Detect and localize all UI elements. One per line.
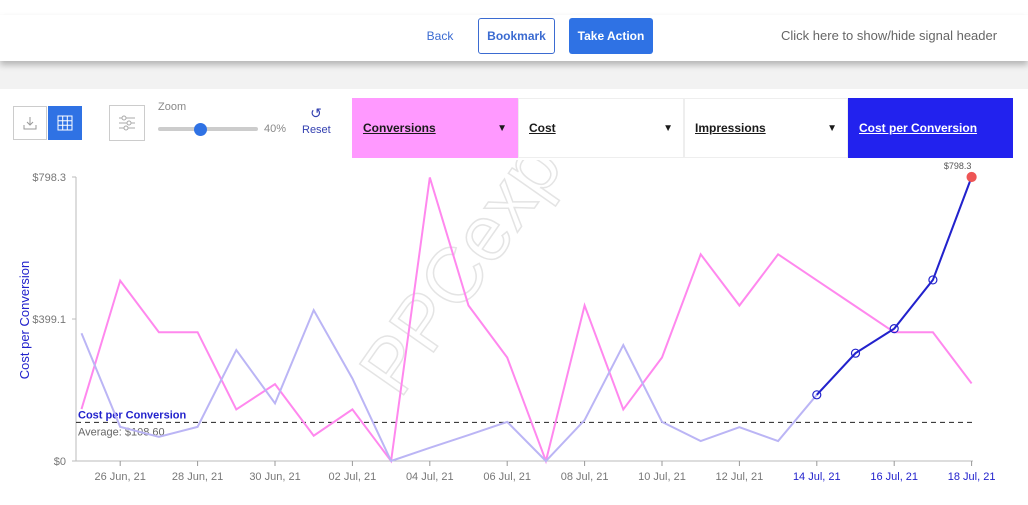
y-tick-label: $0 (54, 456, 66, 468)
grid-icon (57, 115, 73, 131)
filter-button[interactable] (109, 105, 145, 141)
bookmark-button[interactable]: Bookmark (478, 18, 555, 54)
x-tick-label: 12 Jul, 21 (716, 471, 764, 483)
y-axis-label: Cost per Conversion (17, 261, 32, 380)
dropdown-arrow-icon[interactable]: ▼ (497, 123, 507, 134)
reset-button[interactable]: ↺ Reset (302, 105, 331, 136)
reset-label: Reset (302, 124, 331, 136)
max-value-label: $798.3 (944, 161, 972, 171)
x-tick-label: 10 Jul, 21 (638, 471, 686, 483)
x-tick-label: 16 Jul, 21 (870, 471, 918, 483)
x-tick-label: 30 Jun, 21 (249, 471, 300, 483)
zoom-slider-handle[interactable] (194, 123, 207, 136)
x-tick-label: 04 Jul, 21 (406, 471, 454, 483)
metric-label: Conversions (363, 121, 436, 135)
download-button[interactable] (13, 106, 47, 140)
sliders-icon (119, 115, 135, 131)
x-tick-label: 18 Jul, 21 (948, 471, 996, 483)
x-tick-label: 08 Jul, 21 (561, 471, 609, 483)
metric-label: Cost per Conversion (859, 121, 978, 135)
dropdown-arrow-icon[interactable]: ▼ (663, 123, 673, 134)
y-tick-label: $399.1 (32, 314, 66, 326)
metric-label: Impressions (695, 121, 766, 135)
metric-label: Cost (529, 121, 556, 135)
back-button[interactable]: Back (420, 18, 460, 54)
average-series-label: Cost per Conversion (78, 409, 186, 421)
y-tick-label: $798.3 (32, 172, 66, 184)
metric-selector-impressions[interactable]: Impressions ▼ (684, 98, 848, 158)
x-tick-label: 26 Jun, 21 (95, 471, 146, 483)
metric-selector-cost-per-conversion[interactable]: Cost per Conversion (848, 98, 1013, 158)
zoom-label: Zoom (158, 101, 187, 113)
max-point (966, 171, 977, 183)
metric-selector-cost[interactable]: Cost ▼ (518, 98, 684, 158)
x-tick-label: 06 Jul, 21 (483, 471, 531, 483)
table-view-button[interactable] (48, 106, 82, 140)
x-tick-label: 28 Jun, 21 (172, 471, 223, 483)
chart: PPCexpo $0 $399.1 $798.3 Cost per Conversion… (17, 160, 996, 483)
highlighted-series-line (816, 176, 973, 396)
zoom-slider[interactable] (158, 127, 258, 131)
signal-header-toggle[interactable]: Click here to show/hide signal header (781, 28, 997, 43)
grey-band (0, 61, 1028, 89)
x-tick-label: 14 Jul, 21 (793, 471, 841, 483)
dropdown-arrow-icon[interactable]: ▼ (827, 123, 837, 134)
metric-selector-conversions[interactable]: Conversions ▼ (352, 98, 518, 158)
take-action-button[interactable]: Take Action (569, 18, 653, 54)
top-bar: Back Bookmark Take Action Click here to … (0, 15, 1028, 61)
x-tick-label: 02 Jul, 21 (329, 471, 377, 483)
download-icon (23, 117, 37, 130)
watermark: PPCexpo (342, 160, 603, 410)
zoom-value: 40% (264, 123, 287, 135)
undo-icon: ↺ (310, 105, 322, 121)
